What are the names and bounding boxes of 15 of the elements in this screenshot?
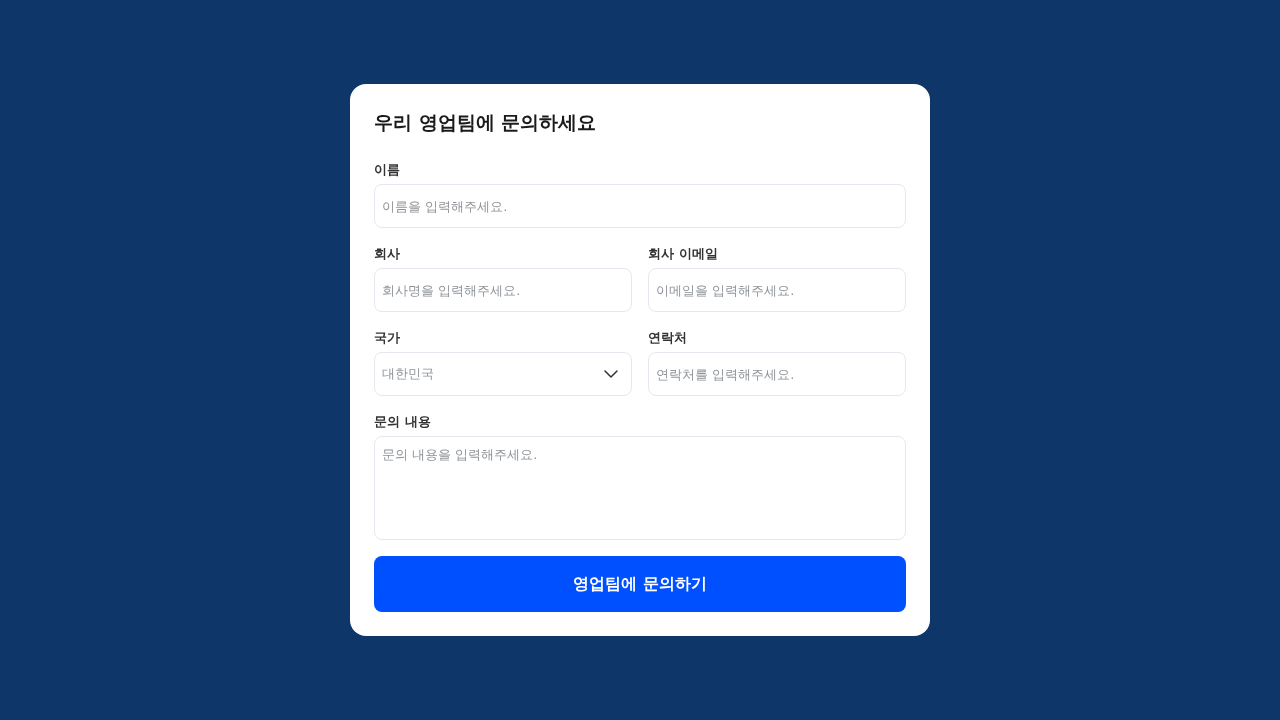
country-select[interactable]: 대한민국 [374, 352, 632, 396]
field-label: 회사 [374, 245, 401, 263]
chevron-down-icon [604, 370, 618, 378]
text-input[interactable]: 이름을 입력해주세요. [374, 184, 906, 228]
text-input[interactable]: 연락처를 입력해주세요. [648, 352, 906, 396]
text-input[interactable]: 회사명을 입력해주세요. [374, 268, 632, 312]
field-label: 연락처 [648, 329, 688, 347]
message-textarea[interactable]: 문의 내용을 입력해주세요. [374, 436, 906, 540]
form-title: 우리 영업팀에 문의하세요 [374, 110, 598, 135]
field-label: 국가 [374, 329, 401, 347]
field-label: 문의 내용 [374, 413, 432, 431]
field-label: 회사 이메일 [648, 245, 719, 263]
field-label: 이름 [374, 161, 401, 179]
submit-button[interactable]: 영업팀에 문의하기 [374, 556, 906, 612]
text-input[interactable]: 이메일을 입력해주세요. [648, 268, 906, 312]
